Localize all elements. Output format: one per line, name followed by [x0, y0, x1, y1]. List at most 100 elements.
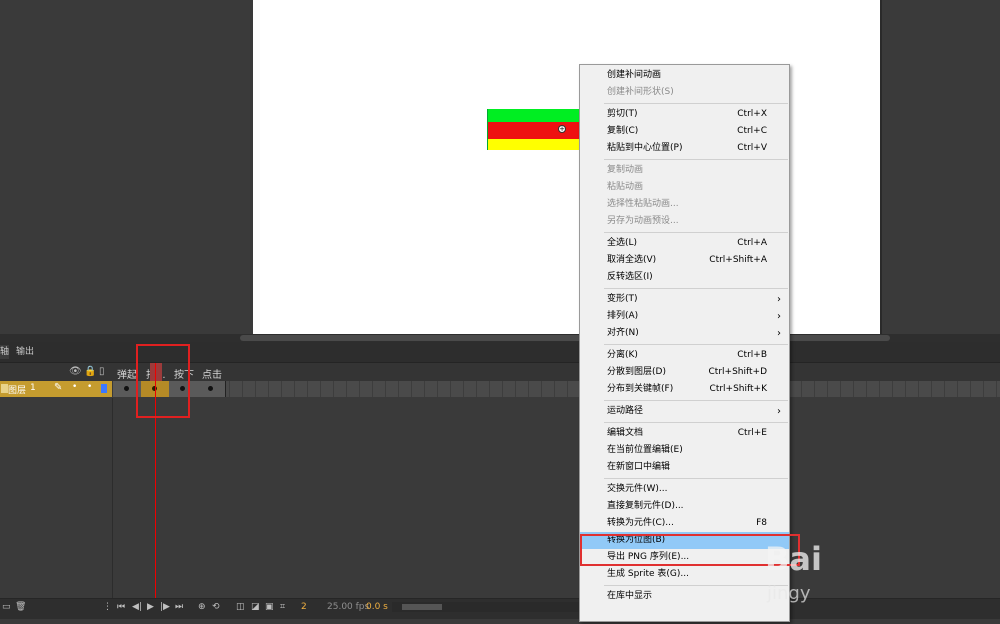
menu-item[interactable]: 对齐(N) ›: [580, 325, 789, 342]
menu-item: 另存为动画预设...: [580, 213, 789, 230]
play-icon[interactable]: ▶: [147, 602, 154, 612]
menu-separator: [604, 103, 788, 104]
menu-item[interactable]: 分离(K) Ctrl+B: [580, 347, 789, 364]
onion-skin-icon[interactable]: ◫: [236, 602, 245, 612]
goto-first-icon[interactable]: ⏮: [117, 602, 125, 612]
menu-item[interactable]: 全选(L) Ctrl+A: [580, 235, 789, 252]
eye-icon[interactable]: 👁: [69, 366, 82, 377]
menu-item-label: 编辑文档: [607, 428, 644, 438]
tab-output[interactable]: 输出: [16, 345, 34, 359]
menu-item-label: 分布到关键帧(F): [607, 384, 674, 394]
submenu-arrow-icon: ›: [777, 328, 781, 339]
keyframe-dot: [208, 386, 213, 391]
menu-separator: [604, 400, 788, 401]
submenu-arrow-icon: ›: [777, 311, 781, 322]
symbol-green-bar: [488, 109, 580, 122]
timeline-scroll-thumb[interactable]: [402, 604, 442, 610]
menu-item-label: 剪切(T): [607, 109, 638, 119]
menu-separator: [604, 585, 788, 586]
timeline-menu-icon[interactable]: ⋮: [103, 602, 112, 612]
menu-item[interactable]: 变形(T) ›: [580, 291, 789, 308]
button-symbol[interactable]: +: [487, 109, 580, 150]
layer-icon: [1, 384, 8, 393]
menu-item-label: 反转选区(I): [607, 272, 653, 282]
menu-item-shortcut: Ctrl+B: [737, 350, 767, 360]
menu-item[interactable]: 反转选区(I): [580, 269, 789, 286]
menu-item-label: 粘贴动画: [607, 182, 644, 192]
symbol-yellow-bar: [488, 139, 580, 150]
menu-item[interactable]: 创建补间动画: [580, 67, 789, 84]
tab-timeline[interactable]: 轴: [0, 345, 9, 359]
frame-rate[interactable]: 25.00 fps: [327, 602, 369, 612]
menu-item-label: 选择性粘贴动画...: [607, 199, 679, 209]
menu-item[interactable]: 粘贴到中心位置(P) Ctrl+V: [580, 140, 789, 157]
menu-item[interactable]: 运动路径 ›: [580, 403, 789, 420]
menu-item[interactable]: 剪切(T) Ctrl+X: [580, 106, 789, 123]
center-frame-icon[interactable]: ⊕: [198, 602, 206, 612]
edit-multiple-icon[interactable]: ▣: [265, 602, 274, 612]
menu-item[interactable]: 取消全选(V) Ctrl+Shift+A: [580, 252, 789, 269]
loop-icon[interactable]: ⟲: [212, 602, 220, 612]
layer-color-swatch[interactable]: [101, 384, 107, 393]
menu-item-label: 复制(C): [607, 126, 639, 136]
menu-item[interactable]: 排列(A) ›: [580, 308, 789, 325]
menu-item-label: 创建补间形状(S): [607, 87, 674, 97]
layer-name: 图层: [8, 386, 27, 396]
lock-dot[interactable]: •: [87, 382, 92, 392]
watermark-text: jingy: [767, 583, 811, 604]
submenu-arrow-icon: ›: [777, 294, 781, 305]
menu-item[interactable]: 直接复制元件(D)...: [580, 498, 789, 515]
menu-item: 复制动画: [580, 162, 789, 179]
visibility-dot[interactable]: •: [72, 382, 77, 392]
menu-item-label: 另存为动画预设...: [607, 216, 679, 226]
keyframe-dot: [124, 386, 129, 391]
menu-item-label: 创建补间动画: [607, 70, 662, 80]
menu-item-shortcut: Ctrl+A: [737, 238, 767, 248]
step-forward-icon[interactable]: |▶: [160, 602, 170, 612]
pencil-icon: ✎: [54, 382, 63, 393]
menu-item[interactable]: 分散到图层(D) Ctrl+Shift+D: [580, 364, 789, 381]
menu-item-shortcut: Ctrl+Shift+D: [708, 367, 767, 377]
modify-markers-icon[interactable]: ⌗: [280, 602, 285, 612]
menu-separator: [604, 344, 788, 345]
menu-item-label: 直接复制元件(D)...: [607, 501, 684, 511]
registration-point-icon: +: [558, 125, 566, 133]
lock-icon[interactable]: 🔒: [84, 366, 96, 377]
menu-item[interactable]: 在新窗口中编辑: [580, 459, 789, 476]
layer-row[interactable]: 图层 1 ✎ • •: [0, 381, 112, 397]
outline-icon[interactable]: ▯: [99, 366, 105, 377]
menu-item[interactable]: 编辑文档 Ctrl+E: [580, 425, 789, 442]
frame-label-up: 弹起: [117, 370, 137, 381]
submenu-arrow-icon: ›: [777, 406, 781, 417]
timeline-scrollbar[interactable]: [392, 602, 580, 612]
keyframe-hit[interactable]: [197, 381, 226, 397]
scroll-thumb[interactable]: [240, 335, 890, 341]
menu-item-shortcut: Ctrl+Shift+A: [709, 255, 767, 265]
layer-number: 1: [30, 383, 36, 393]
menu-item-label: 复制动画: [607, 165, 644, 175]
goto-last-icon[interactable]: ⏭: [175, 602, 183, 612]
menu-item[interactable]: 在库中显示: [580, 588, 789, 605]
menu-item[interactable]: 转换为元件(C)... F8: [580, 515, 789, 532]
menu-item-shortcut: Ctrl+Shift+K: [709, 384, 767, 394]
current-frame[interactable]: 2: [301, 602, 307, 612]
trash-icon[interactable]: 🗑: [15, 602, 26, 612]
new-folder-icon[interactable]: ▭: [2, 602, 11, 612]
menu-item-label: 全选(L): [607, 238, 638, 248]
frame-grid[interactable]: [113, 381, 1000, 397]
onion-outline-icon[interactable]: ◪: [251, 602, 260, 612]
menu-item-label: 粘贴到中心位置(P): [607, 143, 683, 153]
menu-item[interactable]: 复制(C) Ctrl+C: [580, 123, 789, 140]
step-back-icon[interactable]: ◀|: [132, 602, 142, 612]
menu-item-label: 在库中显示: [607, 591, 653, 601]
menu-item-label: 分散到图层(D): [607, 367, 666, 377]
menu-item-label: 分离(K): [607, 350, 638, 360]
menu-item[interactable]: 生成 Sprite 表(G)...: [580, 566, 789, 583]
menu-separator: [604, 232, 788, 233]
menu-item[interactable]: 分布到关键帧(F) Ctrl+Shift+K: [580, 381, 789, 398]
menu-item[interactable]: 在当前位置编辑(E): [580, 442, 789, 459]
menu-item-label: 对齐(N): [607, 328, 639, 338]
stage-scrollbar[interactable]: [0, 334, 1000, 342]
menu-item-label: 转换为元件(C)...: [607, 518, 674, 528]
menu-item[interactable]: 交换元件(W)...: [580, 481, 789, 498]
